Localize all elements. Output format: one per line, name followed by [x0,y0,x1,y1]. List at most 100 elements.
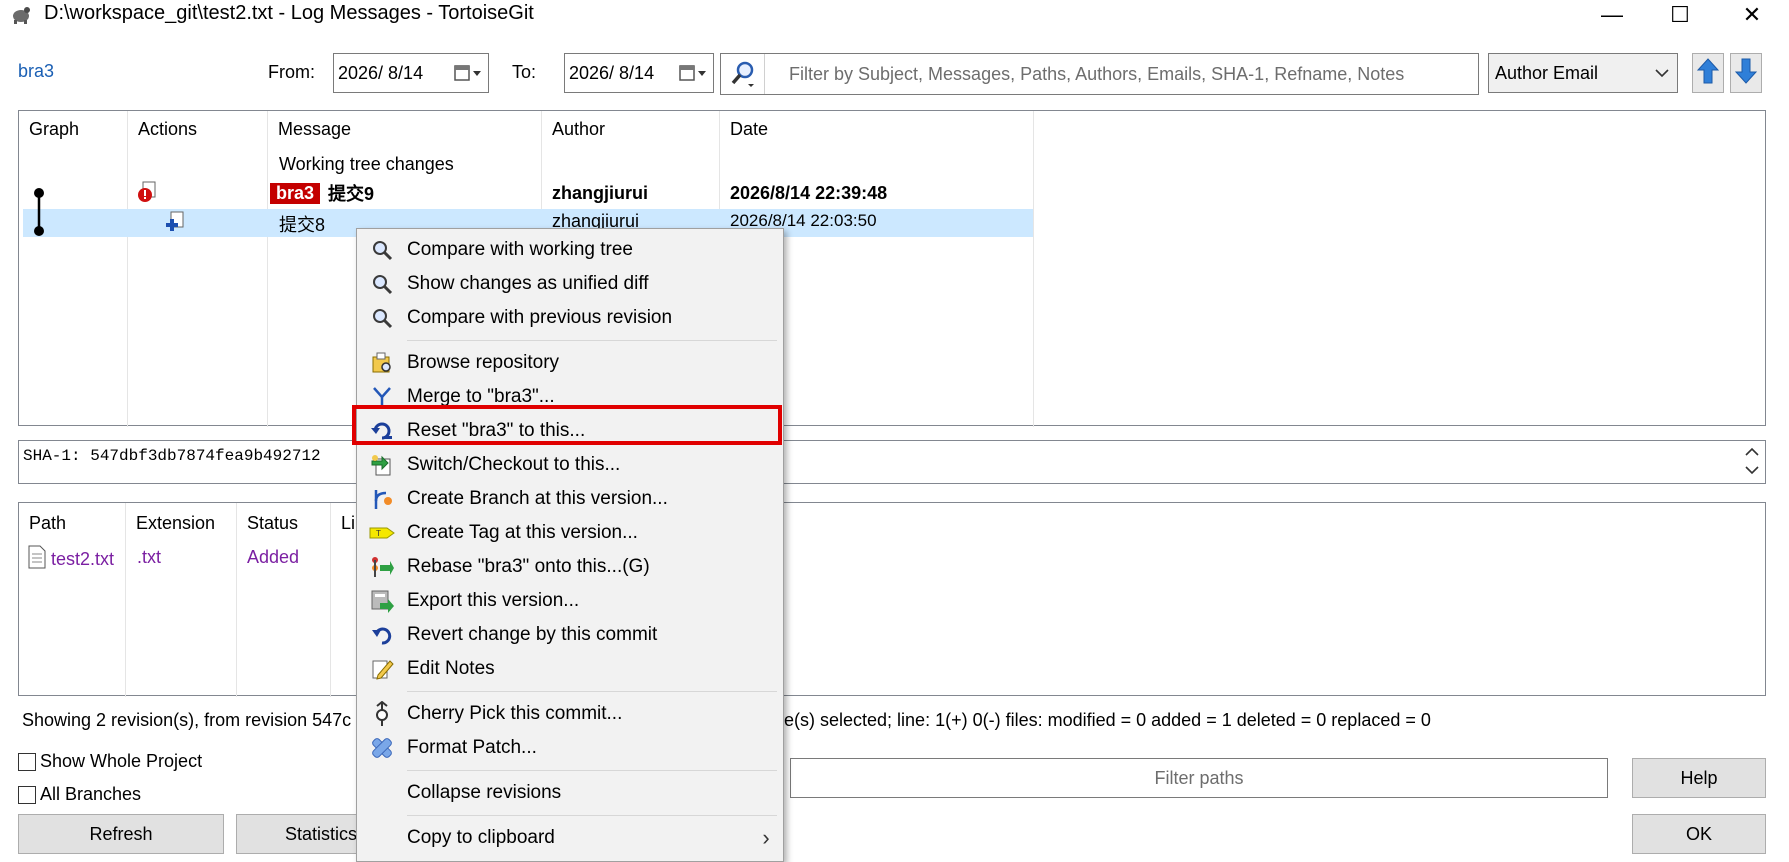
menu-item-unified-diff[interactable]: Show changes as unified diff [357,267,783,301]
menu-item-compare-previous[interactable]: Compare with previous revision [357,301,783,335]
close-button[interactable]: ✕ [1722,0,1782,30]
graph-line-icon [29,185,49,246]
export-icon [357,584,407,618]
message-cell: bra3 提交9 [270,180,374,206]
commit-message: 提交8 [279,215,326,235]
details-scrollbar[interactable] [1739,441,1765,483]
menu-item-collapse-revisions[interactable]: Collapse revisions [357,776,783,810]
search-dropdown-icon[interactable] [721,54,765,94]
to-date-value: 2026/ 8/14 [569,62,655,83]
menu-item-create-tag[interactable]: T Create Tag at this version... [357,516,783,550]
scroll-up-icon[interactable] [1745,446,1759,460]
log-list[interactable]: Graph Actions Message Author Date Workin… [18,110,1766,427]
scroll-down-icon[interactable] [1745,464,1759,478]
cherry-pick-icon [357,697,407,731]
refresh-button[interactable]: Refresh [18,814,224,854]
switch-icon [357,448,407,482]
edit-notes-icon [357,652,407,686]
repo-browser-icon [357,346,407,380]
minimize-button[interactable]: — [1582,0,1642,30]
checkbox-label: Show Whole Project [40,751,203,771]
working-tree-row[interactable]: Working tree changes [279,154,454,175]
calendar-dropdown-icon[interactable] [673,54,713,92]
filter-input[interactable] [765,63,1478,85]
help-button[interactable]: Help [1632,758,1766,798]
menu-item-revert[interactable]: Revert change by this commit [357,618,783,652]
commit-date: 2026/8/14 22:39:48 [730,183,888,203]
magnifier-icon [357,267,407,301]
filter-box[interactable] [720,53,1479,95]
maximize-button[interactable]: ☐ [1650,0,1710,30]
added-action-icon [163,211,185,238]
file-icon [27,545,47,574]
commit-message: 提交9 [328,184,375,204]
menu-item-copy-to-clipboard[interactable]: Copy to clipboard › [357,821,783,855]
column-divider [330,503,331,697]
filter-field-value: Author Email [1495,62,1599,83]
menu-separator [407,770,777,771]
menu-separator [407,815,777,816]
show-whole-project-checkbox[interactable]: Show Whole Project [18,751,202,772]
menu-separator [407,340,777,341]
menu-item-edit-notes[interactable]: Edit Notes [357,652,783,686]
magnifier-icon [357,301,407,335]
to-label: To: [512,62,537,82]
changed-files-list[interactable]: Path Extension Status Li test2.txt .txt … [18,502,1766,697]
branch-icon [357,482,407,516]
menu-item-compare-working-tree[interactable]: Compare with working tree [357,233,783,267]
from-date-picker[interactable]: 2026/ 8/14 [333,53,489,93]
calendar-dropdown-icon[interactable] [448,54,488,92]
column-header-lines[interactable]: Li [341,513,355,534]
checkbox-box[interactable] [18,785,36,804]
checkbox-box[interactable] [18,752,36,771]
menu-item-create-branch[interactable]: Create Branch at this version... [357,482,783,516]
column-divider [267,111,268,427]
svg-text:T: T [376,529,381,538]
column-divider [127,111,128,427]
commit-author: zhangjiurui [552,183,648,203]
menu-item-format-patch[interactable]: Format Patch... [357,731,783,765]
window-title: D:\workspace_git\test2.txt - Log Message… [44,2,534,24]
column-divider [1033,111,1034,427]
commit-details-box[interactable]: SHA-1: 547dbf3db7874fea9b492712 [18,440,1766,484]
context-menu: Compare with working tree Show changes a… [356,228,784,862]
tortoisegit-app-icon [10,3,32,25]
file-path: test2.txt [51,549,115,569]
menu-separator [407,691,777,692]
branch-link[interactable]: bra3 [18,61,54,82]
move-up-button[interactable] [1692,53,1724,93]
menu-item-cherry-pick[interactable]: Cherry Pick this commit... [357,697,783,731]
column-header-graph[interactable]: Graph [29,119,79,140]
chevron-down-icon [1647,68,1677,78]
menu-item-rebase[interactable]: Rebase "bra3" onto this...(G) [357,550,783,584]
title-bar: D:\workspace_git\test2.txt - Log Message… [0,0,1789,30]
column-divider [236,503,237,697]
checkbox-label: All Branches [40,784,142,804]
column-header-author[interactable]: Author [552,119,605,140]
arrow-up-icon [1696,57,1720,90]
filter-field-select[interactable]: Author Email [1488,53,1678,93]
magnifier-icon [357,233,407,267]
branch-tag[interactable]: bra3 [270,182,321,204]
rebase-icon [357,550,407,584]
sha-text: SHA-1: 547dbf3db7874fea9b492712 [23,447,321,465]
from-label: From: [268,62,315,82]
column-header-path[interactable]: Path [29,513,66,534]
move-down-button[interactable] [1730,53,1762,93]
menu-item-export[interactable]: Export this version... [357,584,783,618]
menu-item-switch-checkout[interactable]: Switch/Checkout to this... [357,448,783,482]
file-row[interactable]: test2.txt [27,545,114,574]
menu-item-browse-repository[interactable]: Browse repository [357,346,783,380]
column-header-message[interactable]: Message [278,119,351,140]
filter-paths-input[interactable]: Filter paths [790,758,1608,798]
all-branches-checkbox[interactable]: All Branches [18,784,141,805]
patch-icon [357,731,407,765]
column-header-status[interactable]: Status [247,513,298,534]
submenu-arrow-icon: › [762,825,770,850]
to-date-picker[interactable]: 2026/ 8/14 [564,53,714,93]
ok-button[interactable]: OK [1632,814,1766,854]
column-header-extension[interactable]: Extension [136,513,215,534]
column-header-date[interactable]: Date [730,119,768,140]
modified-action-icon [137,181,159,208]
column-header-actions[interactable]: Actions [138,119,197,140]
